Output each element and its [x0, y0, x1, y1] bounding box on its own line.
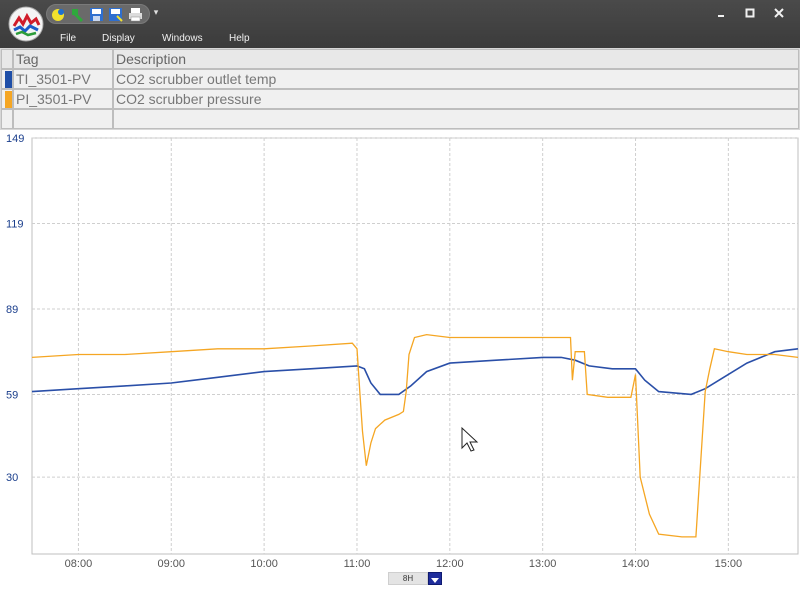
- print-icon[interactable]: [127, 6, 144, 23]
- trend-chart[interactable]: 30 59 89 119 149 08:00 09:00 10:00 11:00 12:00 13:…: [0, 130, 800, 590]
- y-tick-label: 119: [6, 218, 24, 230]
- description-column-header[interactable]: Description: [113, 49, 799, 69]
- title-bar: ▾ File Display Windows Help: [0, 0, 800, 48]
- description-cell[interactable]: CO2 scrubber outlet temp: [113, 69, 799, 89]
- quick-access-toolbar: [46, 4, 150, 24]
- x-tick-label: 14:00: [622, 558, 650, 570]
- series-color-swatch: [5, 71, 12, 88]
- x-tick-label: 08:00: [65, 558, 93, 570]
- description-cell[interactable]: [113, 109, 799, 129]
- x-tick-label: 12:00: [436, 558, 464, 570]
- tag-table: Tag Description TI_3501-PV CO2 scrubber …: [0, 48, 800, 130]
- app-logo-icon[interactable]: [8, 6, 44, 42]
- table-row[interactable]: [0, 109, 800, 129]
- tag-cell[interactable]: PI_3501-PV: [13, 89, 113, 109]
- series-color-cell: [1, 69, 13, 89]
- menu-windows[interactable]: Windows: [162, 33, 203, 45]
- open-trend-icon[interactable]: [50, 6, 67, 23]
- close-icon[interactable]: [772, 6, 786, 20]
- edit-icon[interactable]: [69, 6, 86, 23]
- x-tick-label: 09:00: [158, 558, 186, 570]
- tag-table-header: Tag Description: [0, 49, 800, 69]
- series-color-swatch: [5, 91, 12, 108]
- save-as-icon[interactable]: [107, 6, 124, 23]
- tag-cell[interactable]: [13, 109, 113, 129]
- menu-file[interactable]: File: [60, 33, 76, 45]
- chevron-down-icon: [431, 578, 439, 583]
- y-tick-label: 59: [6, 389, 18, 401]
- trend-plot[interactable]: 30 59 89 119 149 08:00 09:00 10:00 11:00 12:00 13:…: [0, 130, 800, 590]
- maximize-icon[interactable]: [743, 6, 757, 20]
- y-tick-label: 89: [6, 304, 18, 316]
- x-tick-label: 11:00: [344, 558, 371, 570]
- minimize-icon[interactable]: [714, 6, 728, 20]
- menu-display[interactable]: Display: [102, 33, 135, 45]
- x-tick-label: 10:00: [250, 558, 278, 570]
- table-row[interactable]: PI_3501-PV CO2 scrubber pressure: [0, 89, 800, 109]
- table-row[interactable]: TI_3501-PV CO2 scrubber outlet temp: [0, 69, 800, 89]
- description-cell[interactable]: CO2 scrubber pressure: [113, 89, 799, 109]
- plot-frame: [31, 137, 799, 555]
- y-tick-label: 30: [6, 472, 18, 484]
- x-tick-label: 13:00: [529, 558, 557, 570]
- header-spacer: [1, 49, 13, 69]
- time-range-value[interactable]: 8H: [388, 572, 428, 585]
- series-color-cell: [1, 109, 13, 129]
- time-range-select[interactable]: 8H: [388, 572, 442, 585]
- time-range-dropdown-button[interactable]: [428, 572, 442, 585]
- series-color-cell: [1, 89, 13, 109]
- x-tick-label: 15:00: [715, 558, 743, 570]
- tag-column-header[interactable]: Tag: [13, 49, 113, 69]
- y-tick-label: 149: [6, 133, 24, 145]
- tag-cell[interactable]: TI_3501-PV: [13, 69, 113, 89]
- menu-help[interactable]: Help: [229, 33, 250, 45]
- customize-toolbar-icon[interactable]: ▾: [152, 6, 160, 18]
- save-icon[interactable]: [88, 6, 105, 23]
